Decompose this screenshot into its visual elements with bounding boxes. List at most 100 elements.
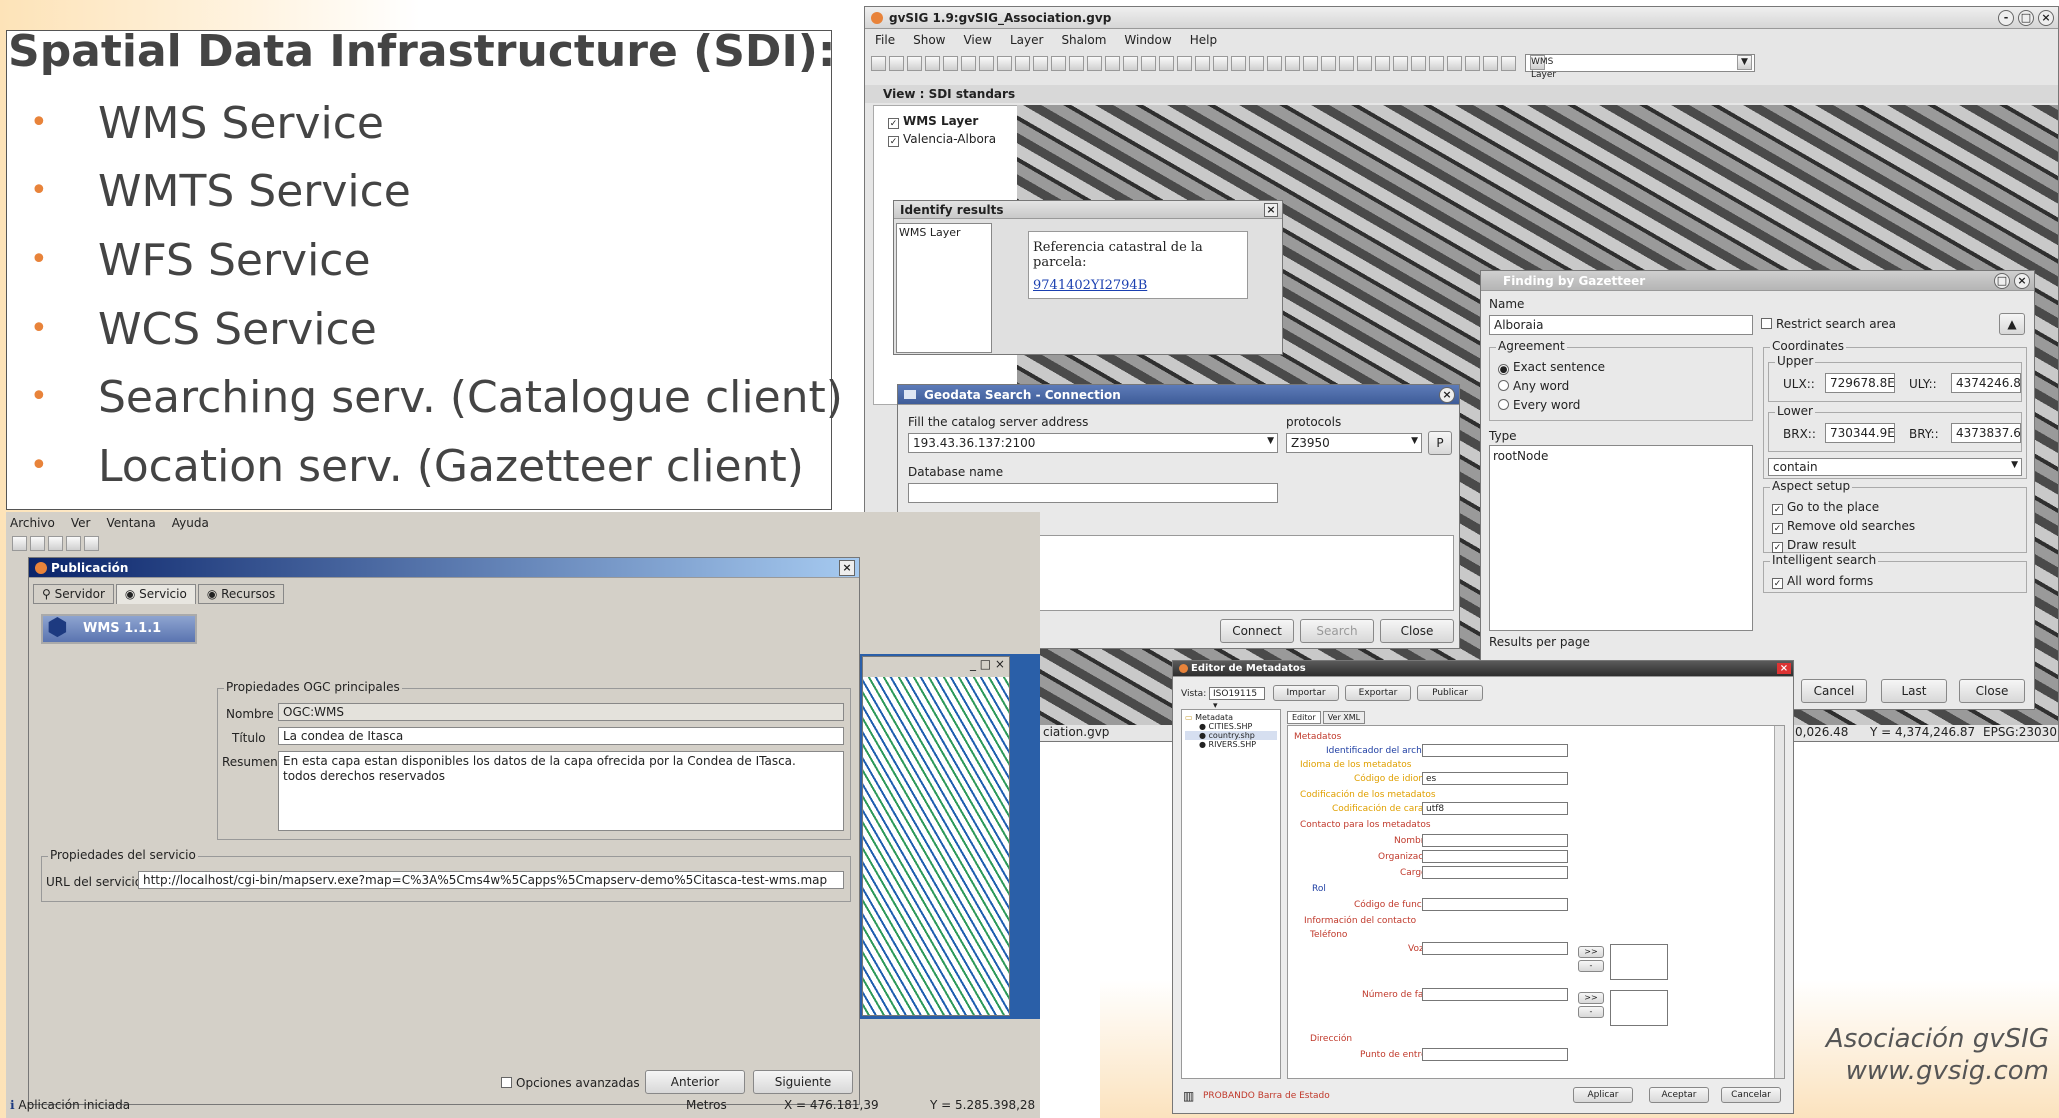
tool-icon[interactable] [961, 55, 976, 71]
tool-icon[interactable] [1303, 55, 1318, 71]
save-icon[interactable] [907, 55, 922, 71]
goto-checkbox[interactable]: ✓ Go to the place [1772, 500, 1879, 515]
info-icon[interactable] [1213, 55, 1228, 71]
toc-layer-wms[interactable]: ✓ WMS Layer [888, 114, 978, 129]
radio-exact[interactable]: ● Exact sentence [1498, 360, 1605, 375]
advanced-checkbox[interactable]: Opciones avanzadas [501, 1076, 640, 1090]
minimize-icon[interactable]: - [1998, 9, 2014, 26]
tree-root[interactable]: ▭ Metadata [1185, 713, 1277, 722]
tool-icon[interactable] [979, 55, 994, 71]
form-scrollbar[interactable] [1774, 726, 1784, 1078]
fax-list[interactable] [1610, 990, 1668, 1026]
tool-icon[interactable] [1159, 55, 1174, 71]
name-input[interactable]: Alboraia [1489, 315, 1753, 335]
nombre-input[interactable]: OGC:WMS [278, 703, 844, 721]
maximize-icon[interactable]: □ [2018, 9, 2034, 26]
grid-icon[interactable] [66, 536, 81, 551]
close-button[interactable]: Close [1959, 679, 2025, 703]
tree-item-rivers[interactable]: ● RIVERS.SHP [1185, 740, 1277, 749]
tool-icon[interactable] [1195, 55, 1210, 71]
resumen-textarea[interactable]: En esta capa estan disponibles los datos… [278, 751, 844, 831]
tree-item-country[interactable]: ● country.shp [1185, 731, 1277, 740]
cancel-button[interactable]: Cancel [1801, 679, 1867, 703]
database-input[interactable] [908, 483, 1278, 503]
zoom-icon[interactable] [1069, 55, 1084, 71]
close-icon[interactable]: × [1264, 202, 1278, 217]
tool-icon[interactable] [1339, 55, 1354, 71]
tool-icon[interactable] [925, 55, 940, 71]
radio-any[interactable]: Any word [1498, 379, 1569, 393]
cod-car-select[interactable]: utf8 [1422, 802, 1568, 815]
nombre-input[interactable] [1422, 834, 1568, 847]
siguiente-button[interactable]: Siguiente [753, 1070, 853, 1094]
tab-servicio[interactable]: ◉ Servicio [115, 584, 196, 604]
maximize-icon[interactable]: □ [1994, 272, 2010, 289]
pan-icon[interactable] [1177, 55, 1192, 71]
menu-ventana[interactable]: Ventana [106, 516, 155, 530]
type-list[interactable]: rootNode [1489, 445, 1753, 631]
voz-input[interactable] [1422, 942, 1568, 955]
remove-fax-button[interactable]: - [1578, 1006, 1604, 1018]
tool-icon[interactable] [1105, 55, 1120, 71]
aceptar-button[interactable]: Aceptar [1649, 1087, 1709, 1103]
exportar-button[interactable]: Exportar [1345, 685, 1411, 701]
tool-icon[interactable] [1429, 55, 1444, 71]
voz-list[interactable] [1610, 944, 1668, 980]
save-icon[interactable] [48, 536, 63, 551]
close-icon[interactable]: × [2014, 272, 2030, 289]
ulx-input[interactable]: 729678.8E [1825, 373, 1895, 393]
tool-icon[interactable] [1411, 55, 1426, 71]
address-input[interactable]: 193.43.36.137:2100 ▼ [908, 433, 1278, 453]
close-icon[interactable]: × [1439, 386, 1455, 403]
importar-button[interactable]: Importar [1273, 685, 1339, 701]
last-button[interactable]: Last [1881, 679, 1947, 703]
tool-icon[interactable] [1483, 55, 1498, 71]
tool-icon[interactable] [1465, 55, 1480, 71]
menu-window[interactable]: Window [1124, 33, 1171, 47]
tool-icon[interactable] [1015, 55, 1030, 71]
menu-shalom[interactable]: Shalom [1061, 33, 1106, 47]
brx-input[interactable]: 730344.9E [1825, 423, 1895, 443]
cancelar-button[interactable]: Cancelar [1721, 1087, 1781, 1103]
toc-layer-valencia[interactable]: ✓ Valencia-Albora [888, 132, 996, 147]
tool-icon[interactable] [1123, 55, 1138, 71]
zoom-out-icon[interactable] [1051, 55, 1066, 71]
tool-icon[interactable] [1231, 55, 1246, 71]
tool-icon[interactable] [943, 55, 958, 71]
tool-icon[interactable] [1375, 55, 1390, 71]
tab-editor[interactable]: Editor [1287, 711, 1321, 724]
publicar-button[interactable]: Publicar [1417, 685, 1483, 701]
cod-idioma-select[interactable]: es [1422, 772, 1568, 785]
expand-button[interactable]: ▲ [1999, 313, 2025, 335]
tab-servidor[interactable]: ⚲ Servidor [33, 584, 114, 604]
window-controls-icon[interactable]: _ □ × [970, 657, 1005, 671]
contain-select[interactable]: contain ▼ [1768, 458, 2022, 476]
tab-ver-xml[interactable]: Ver XML [1322, 711, 1366, 724]
properties-button[interactable]: P [1428, 431, 1452, 455]
cod-funcion-select[interactable] [1422, 898, 1568, 911]
layer-select[interactable]: WMS Layer ▼ [1525, 54, 1755, 80]
tool-icon[interactable] [1321, 55, 1336, 71]
close-icon[interactable]: × [1777, 663, 1791, 674]
menu-help[interactable]: Help [1190, 33, 1217, 47]
add-voz-button[interactable]: >> [1578, 946, 1604, 958]
tool-icon[interactable] [1357, 55, 1372, 71]
aplicar-button[interactable]: Aplicar [1573, 1087, 1633, 1103]
menu-archivo[interactable]: Archivo [10, 516, 55, 530]
add-fax-button[interactable]: >> [1578, 992, 1604, 1004]
menu-view[interactable]: View [963, 33, 991, 47]
close-icon[interactable]: × [839, 559, 855, 576]
remove-voz-button[interactable]: - [1578, 960, 1604, 972]
menu-file[interactable]: File [875, 33, 895, 47]
org-input[interactable] [1422, 850, 1568, 863]
identify-tree-item[interactable]: WMS Layer [899, 226, 961, 239]
zoom-in-icon[interactable] [1033, 55, 1048, 71]
tool-icon[interactable] [1249, 55, 1264, 71]
identify-field-link[interactable]: 9741402YI2794B [1033, 278, 1243, 293]
restrict-checkbox[interactable]: Restrict search area [1761, 317, 1896, 331]
tool-icon[interactable] [1393, 55, 1408, 71]
fax-input[interactable] [1422, 988, 1568, 1001]
tab-recursos[interactable]: ◉ Recursos [197, 584, 285, 604]
titulo-input[interactable]: La condea de Itasca [278, 727, 844, 745]
menu-ver[interactable]: Ver [71, 516, 91, 530]
